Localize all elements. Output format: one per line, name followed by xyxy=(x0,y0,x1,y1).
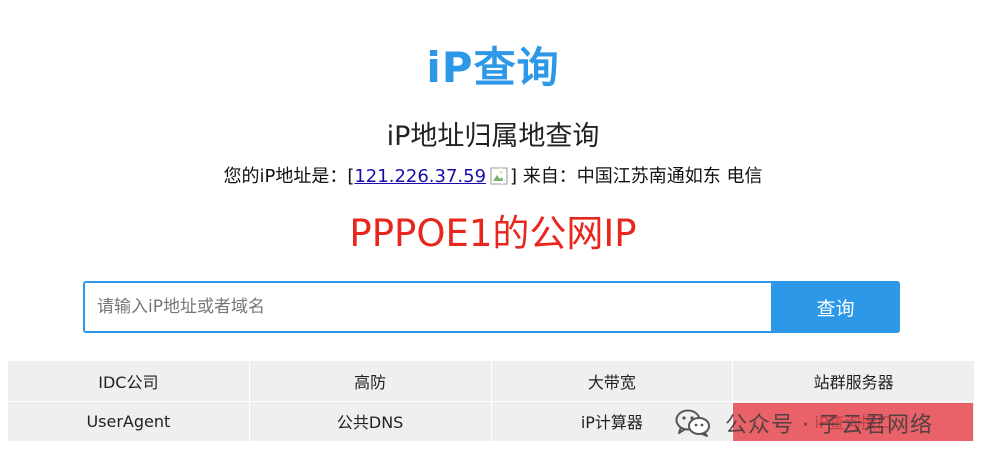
search-input[interactable] xyxy=(83,281,771,333)
ip-location: ] 来自：中国江苏南通如东 电信 xyxy=(510,166,763,187)
quick-links-grid: IDC公司 高防 大带宽 站群服务器 UserAgent 公共DNS iP计算器… xyxy=(8,361,974,441)
ip-address-link[interactable]: 121.226.37.59 xyxy=(354,166,486,187)
site-logo[interactable]: iP查询 xyxy=(0,40,986,96)
broken-image-icon xyxy=(490,167,508,185)
link-useragent[interactable]: UserAgent xyxy=(8,401,249,441)
link-idc-company[interactable]: IDC公司 xyxy=(8,361,249,401)
logo-text: iP查询 xyxy=(426,43,560,92)
link-anti-ddos[interactable]: 高防 xyxy=(249,361,491,401)
link-site-cluster-server[interactable]: 站群服务器 xyxy=(733,361,974,401)
link-ip-query-api[interactable]: iP查询接口 xyxy=(733,401,974,441)
search-button[interactable]: 查询 xyxy=(771,281,900,333)
page-title: iP地址归属地查询 xyxy=(386,121,600,152)
annotation-label: PPPOE1的公网IP xyxy=(349,212,637,255)
link-ip-calculator[interactable]: iP计算器 xyxy=(491,401,733,441)
ip-prefix: 您的iP地址是：[ xyxy=(223,166,355,187)
link-public-dns[interactable]: 公共DNS xyxy=(249,401,491,441)
search-bar: 查询 xyxy=(83,281,900,333)
link-big-bandwidth[interactable]: 大带宽 xyxy=(491,361,733,401)
ip-info-line: 您的iP地址是：[121.226.37.59 ] 来自：中国江苏南通如东 电信 xyxy=(0,162,986,192)
